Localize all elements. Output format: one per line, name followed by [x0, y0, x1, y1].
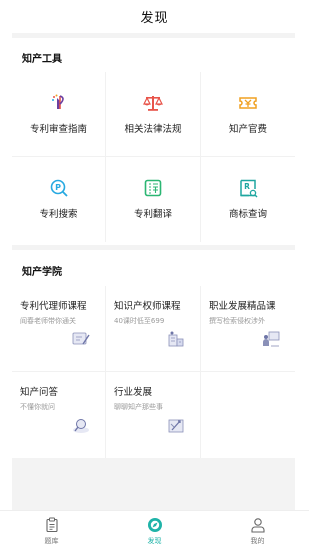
magnifier-icon [73, 419, 89, 433]
course-ip-engineer[interactable]: 知识产权师课程 40课时低至699 [106, 286, 201, 372]
user-icon [250, 518, 265, 533]
tool-label: 专利翻译 [133, 209, 172, 220]
tool-patent-search[interactable]: P 专利搜索 [12, 157, 106, 242]
course-title: 职业发展精品课 [209, 301, 276, 312]
academy-section-title: 知产学院 [22, 267, 62, 278]
clipboard-icon [45, 517, 58, 533]
course-subtitle: 40课时低至699 [114, 317, 165, 325]
course-patent-agent[interactable]: 专利代理师课程 阎春老师带你通关 [12, 286, 106, 372]
tool-label: 专利审查指南 [29, 123, 87, 135]
translate-icon [142, 177, 164, 199]
course-subtitle: 阎春老师带你通关 [20, 317, 76, 325]
tool-patent-translate[interactable]: 专利翻译 [106, 157, 201, 242]
tool-label: 商标查询 [228, 209, 267, 220]
tool-label: 知产官费 [228, 123, 267, 135]
compass-icon [147, 518, 162, 532]
patent-search-icon: P [48, 177, 70, 199]
page-title: 发现 [140, 11, 169, 26]
svg-text:R: R [244, 182, 250, 191]
tab-discover[interactable]: 发现 [103, 511, 206, 550]
presenter-icon [263, 331, 280, 347]
course-title: 知产问答 [20, 387, 59, 398]
scales-icon [142, 92, 164, 114]
course-title: 行业发展 [114, 387, 153, 398]
bottom-tab-bar: 题库 发现 我的 [0, 510, 309, 550]
certificate-pen-icon [72, 332, 90, 345]
rocket-icon [168, 419, 184, 433]
divider [12, 33, 295, 38]
tool-laws[interactable]: 相关法律法规 [106, 72, 201, 157]
tab-mine[interactable]: 我的 [206, 511, 309, 550]
patent-guide-icon [48, 92, 70, 114]
empty-cell [201, 372, 295, 458]
top-bar: 发现 [0, 0, 309, 33]
divider [12, 245, 295, 250]
tab-label: 发现 [147, 537, 162, 545]
trademark-search-icon: R [237, 177, 259, 199]
tools-grid: 专利审查指南 相关法律法规 知产官费 P 专利搜索 专利翻译 R 商标查询 [12, 72, 295, 242]
course-career[interactable]: 职业发展精品课 撰写检索侵权涉外 [201, 286, 295, 372]
tool-label: 专利搜索 [39, 209, 78, 220]
course-subtitle: 聊聊知产那些事 [114, 403, 163, 411]
tools-section-title: 知产工具 [22, 54, 62, 65]
tool-label: 相关法律法规 [124, 123, 182, 135]
course-title: 知识产权师课程 [114, 301, 181, 312]
tab-question-bank[interactable]: 题库 [0, 511, 103, 550]
tool-official-fees[interactable]: 知产官费 [201, 72, 295, 157]
tab-label: 题库 [44, 537, 59, 545]
yen-ticket-icon [237, 92, 259, 114]
tool-patent-guide[interactable]: 专利审查指南 [12, 72, 106, 157]
course-subtitle: 不懂你就问 [20, 403, 55, 411]
courses-grid: 专利代理师课程 阎春老师带你通关 知识产权师课程 40课时低至699 职业发展精… [12, 286, 295, 458]
course-industry[interactable]: 行业发展 聊聊知产那些事 [106, 372, 201, 458]
course-title: 专利代理师课程 [20, 301, 87, 312]
building-icon [168, 331, 184, 347]
tab-label: 我的 [250, 537, 265, 545]
bottom-spacer [12, 458, 295, 510]
svg-text:P: P [55, 183, 61, 192]
tool-trademark-search[interactable]: R 商标查询 [201, 157, 295, 242]
course-subtitle: 撰写检索侵权涉外 [209, 317, 265, 325]
course-qa[interactable]: 知产问答 不懂你就问 [12, 372, 106, 458]
